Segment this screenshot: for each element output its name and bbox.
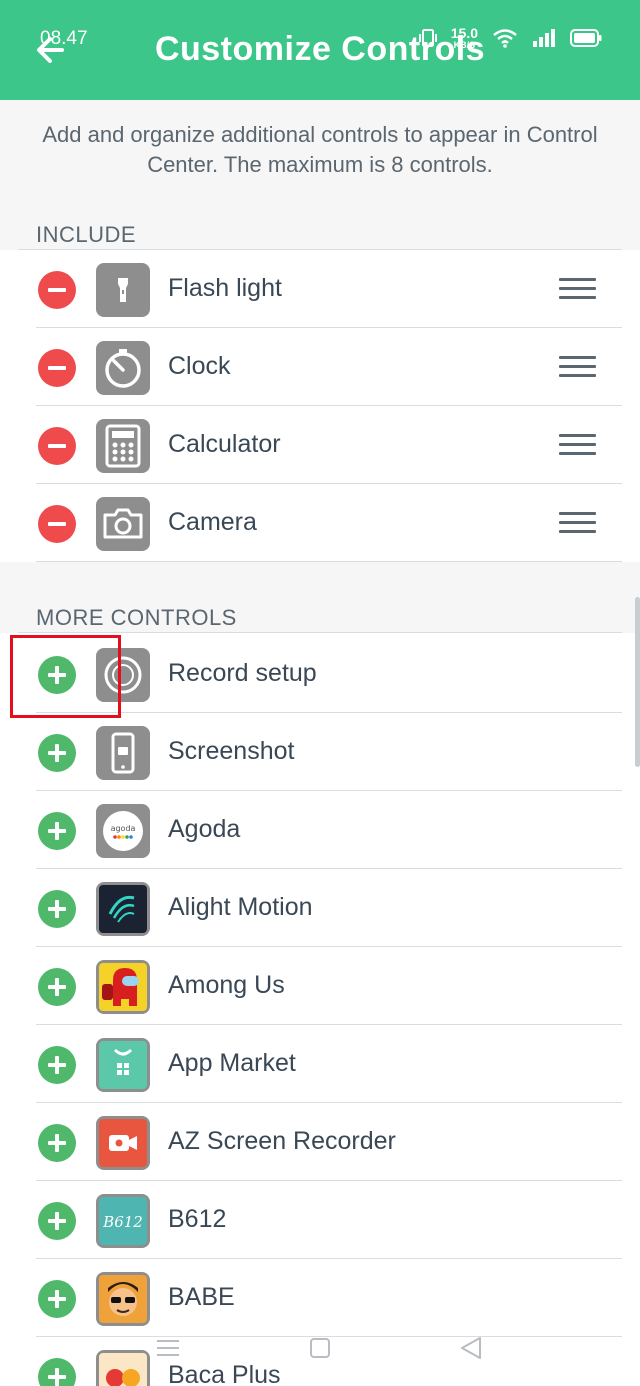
control-label: Clock [168, 352, 231, 380]
include-row-calculator[interactable]: Calculator [0, 406, 640, 484]
more-row-alight-motion[interactable]: Alight Motion [0, 869, 640, 947]
add-button[interactable] [38, 1124, 76, 1162]
home-nav-icon[interactable] [305, 1334, 335, 1362]
navigation-bar [0, 1330, 640, 1366]
more-row-az-screen-recorder[interactable]: AZ Screen Recorder [0, 1103, 640, 1181]
menu-nav-icon[interactable] [153, 1334, 183, 1362]
more-row-b612[interactable]: B612 B612 [0, 1181, 640, 1259]
control-label: Agoda [168, 815, 241, 843]
more-row-app-market[interactable]: App Market [0, 1025, 640, 1103]
include-row-clock[interactable]: Clock [0, 328, 640, 406]
add-button[interactable] [38, 1046, 76, 1084]
clock-icon [96, 341, 150, 395]
control-label: Screenshot [168, 737, 295, 765]
drag-handle-icon[interactable] [559, 512, 596, 534]
b612-icon: B612 [96, 1194, 150, 1248]
more-row-babe[interactable]: BABE [0, 1259, 640, 1337]
description-text: Add and organize additional controls to … [42, 122, 598, 177]
camera-icon [96, 497, 150, 551]
back-nav-icon[interactable] [456, 1334, 486, 1362]
remove-button[interactable] [38, 271, 76, 309]
b612-icon-text: B612 [102, 1213, 143, 1231]
include-list: Flash light Clock Calculator Camera [0, 250, 640, 562]
add-button[interactable] [38, 812, 76, 850]
babe-icon [96, 1272, 150, 1326]
agoda-icon: agoda [96, 804, 150, 858]
control-label: BABE [168, 1283, 235, 1311]
az-recorder-icon [96, 1116, 150, 1170]
calculator-icon [96, 419, 150, 473]
app-market-icon [96, 1038, 150, 1092]
remove-button[interactable] [38, 349, 76, 387]
include-heading: INCLUDE [36, 222, 137, 247]
more-row-among-us[interactable]: Among Us [0, 947, 640, 1025]
drag-handle-icon[interactable] [559, 434, 596, 456]
control-label: B612 [168, 1205, 227, 1233]
flashlight-icon [96, 263, 150, 317]
add-button[interactable] [38, 968, 76, 1006]
drag-handle-icon[interactable] [559, 356, 596, 378]
add-button[interactable] [38, 1280, 76, 1318]
add-button[interactable] [38, 734, 76, 772]
more-row-screenshot[interactable]: Screenshot [0, 713, 640, 791]
alight-motion-icon [96, 882, 150, 936]
agoda-icon-text: agoda [111, 824, 136, 833]
include-row-camera[interactable]: Camera [0, 484, 640, 562]
include-row-flashlight[interactable]: Flash light [0, 250, 640, 328]
scrollbar[interactable] [635, 597, 640, 767]
control-label: Record setup [168, 659, 317, 687]
highlight-box [10, 635, 121, 718]
add-button[interactable] [38, 1202, 76, 1240]
control-label: Flash light [168, 274, 282, 302]
control-label: Among Us [168, 971, 285, 999]
more-row-agoda[interactable]: agoda Agoda [0, 791, 640, 869]
remove-button[interactable] [38, 505, 76, 543]
page-title: Customize Controls [154, 30, 486, 68]
more-controls-heading: MORE CONTROLS [36, 605, 237, 630]
control-label: Calculator [168, 430, 281, 458]
screenshot-icon [96, 726, 150, 780]
remove-button[interactable] [38, 427, 76, 465]
more-controls-list: Record setup Screenshot agoda Agoda Alig… [0, 633, 640, 1386]
control-label: App Market [168, 1049, 296, 1077]
app-header: 08.47 15.0 KB/S Customize Controls [0, 0, 640, 100]
drag-handle-icon[interactable] [559, 278, 596, 300]
control-label: Camera [168, 508, 257, 536]
add-button[interactable] [38, 890, 76, 928]
control-label: Alight Motion [168, 893, 313, 921]
among-us-icon [96, 960, 150, 1014]
control-label: AZ Screen Recorder [168, 1127, 396, 1155]
